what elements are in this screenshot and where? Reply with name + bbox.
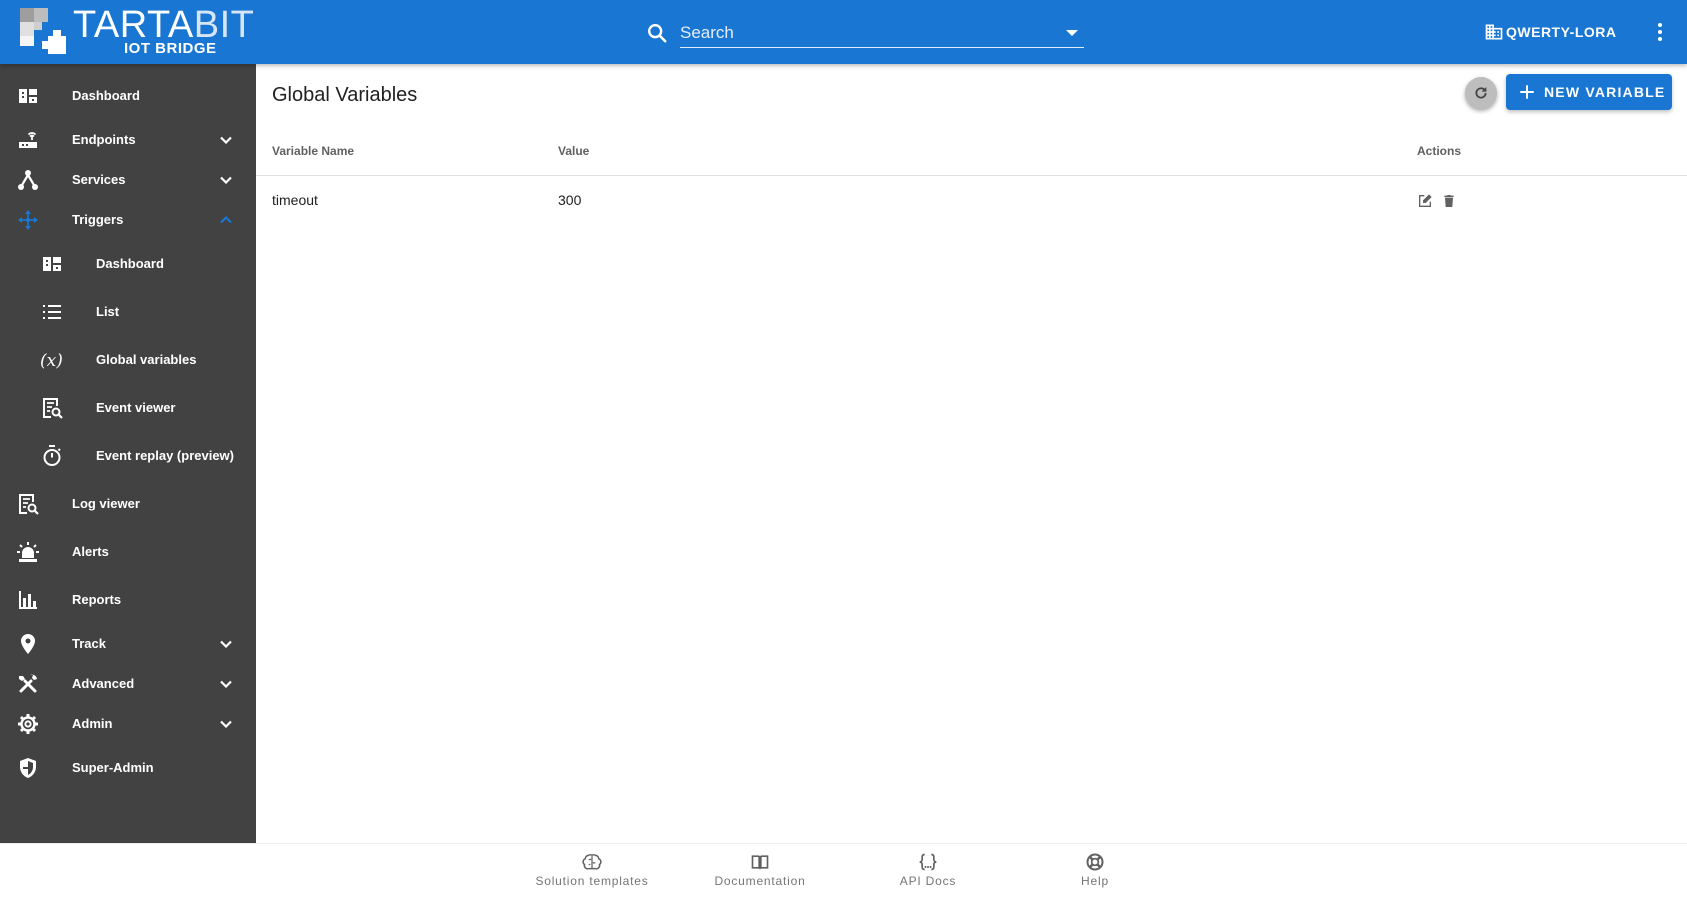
chevron-up-icon [220, 215, 232, 224]
sidebar-item-dashboard[interactable]: Dashboard [0, 76, 256, 116]
building-icon [1485, 24, 1503, 40]
code-braces-icon [919, 853, 937, 871]
search-icon [648, 24, 667, 43]
plus-icon [1520, 85, 1534, 99]
sidebar-item-label: Advanced [72, 676, 135, 691]
logo-subtitle: IOT BRIDGE [124, 40, 217, 57]
sidebar-item-label: Super-Admin [72, 760, 154, 775]
lifebuoy-icon [1086, 853, 1104, 871]
footer-label: Documentation [714, 874, 806, 888]
sidebar-subitem-triggers-list[interactable]: List [0, 292, 256, 332]
map-pin-icon [21, 634, 35, 654]
sidebar-item-label: Log viewer [72, 496, 140, 511]
chevron-down-icon [220, 640, 232, 649]
sidebar-item-label: Services [72, 172, 126, 187]
refresh-button[interactable] [1465, 77, 1497, 109]
sidebar-subitem-global-variables[interactable]: (x) Global variables [0, 340, 256, 380]
sidebar-item-alerts[interactable]: Alerts [0, 532, 256, 572]
search-dropdown-caret-icon[interactable] [1066, 30, 1078, 36]
list-icon [43, 305, 61, 319]
brain-icon [582, 853, 602, 870]
sidebar-item-services[interactable]: Services [0, 160, 256, 200]
tenant-name: QWERTY-LORA [1506, 24, 1617, 40]
search-input[interactable] [680, 18, 1084, 48]
top-app-bar: TARTABIT IOT BRIDGE QWERTY-LORA [0, 0, 1687, 64]
table-header: Variable Name Value Actions [256, 124, 1687, 176]
chevron-down-icon [220, 680, 232, 689]
tools-icon [19, 674, 37, 693]
sidebar-item-triggers[interactable]: Triggers [0, 200, 256, 240]
page-title: Global Variables [272, 84, 418, 106]
sidebar-item-label: Dashboard [96, 256, 164, 271]
sidebar-item-label: Admin [72, 716, 113, 731]
sidebar-item-reports[interactable]: Reports [0, 580, 256, 620]
book-icon [751, 855, 769, 870]
footer-label: API Docs [899, 874, 957, 888]
gear-icon [18, 714, 38, 734]
refresh-icon [1475, 87, 1487, 99]
edit-icon[interactable] [1417, 193, 1433, 209]
sidebar-item-label: Endpoints [72, 132, 136, 147]
sidebar-item-label: Event replay (preview) [96, 448, 234, 463]
sidebar-item-endpoints[interactable]: Endpoints [0, 120, 256, 160]
new-variable-button[interactable]: NEW VARIABLE [1506, 74, 1672, 110]
sidebar-item-log-viewer[interactable]: Log viewer [0, 484, 256, 524]
app-logo[interactable]: TARTABIT IOT BRIDGE [20, 4, 260, 58]
table-row[interactable]: timeout 300 [256, 176, 1687, 224]
more-vert-icon[interactable] [1648, 20, 1672, 44]
sidebar-item-super-admin[interactable]: Super-Admin [0, 748, 256, 788]
sidebar-item-advanced[interactable]: Advanced [0, 664, 256, 704]
bar-chart-icon [19, 591, 37, 609]
log-viewer-icon [19, 494, 39, 515]
event-viewer-icon [43, 398, 63, 419]
tenant-selector[interactable]: QWERTY-LORA [1484, 20, 1617, 44]
footer-solution-templates[interactable]: Solution templates [522, 852, 662, 888]
main-content: Global Variables NEW VARIABLE Variable N… [256, 64, 1687, 843]
footer-bar: Solution templates Documentation API Doc… [0, 843, 1687, 898]
sidebar-item-label: Dashboard [72, 88, 140, 103]
sidebar-item-label: Track [72, 636, 106, 651]
chevron-down-icon [220, 136, 232, 145]
triggers-icon [18, 210, 38, 230]
variable-name-cell: timeout [272, 192, 318, 208]
footer-documentation[interactable]: Documentation [690, 852, 830, 888]
svg-text:(x): (x) [40, 351, 63, 371]
new-variable-label: NEW VARIABLE [1544, 84, 1666, 100]
shield-icon [20, 758, 36, 778]
chevron-down-icon [220, 720, 232, 729]
sidebar-subitem-triggers-dashboard[interactable]: Dashboard [0, 244, 256, 284]
footer-label: Help [1081, 874, 1109, 888]
sidebar-item-label: Reports [72, 592, 122, 607]
sidebar-item-label: Event viewer [96, 400, 176, 415]
services-hub-icon [18, 170, 38, 190]
footer-help[interactable]: Help [1025, 852, 1165, 888]
sidebar-item-label: Alerts [72, 544, 109, 559]
sidebar-subitem-event-replay[interactable]: Event replay (preview) [0, 436, 256, 476]
dashboard-icon [19, 89, 37, 103]
chevron-down-icon [220, 176, 232, 185]
alarm-light-icon [17, 542, 39, 562]
variable-value-cell: 300 [558, 192, 582, 208]
sidebar-item-label: List [96, 304, 120, 319]
sidebar-item-admin[interactable]: Admin [0, 704, 256, 744]
footer-api-docs[interactable]: API Docs [858, 852, 998, 888]
variables-table: Variable Name Value Actions timeout 300 [256, 124, 1687, 224]
dashboard-icon [43, 257, 61, 271]
global-search [646, 16, 1084, 50]
sidebar-nav: Dashboard Endpoints Services Triggers Da… [0, 64, 256, 843]
delete-icon[interactable] [1441, 193, 1457, 209]
footer-label: Solution templates [535, 874, 649, 888]
router-icon [19, 132, 37, 148]
column-header-variable-name[interactable]: Variable Name [272, 144, 354, 158]
variable-icon: (x) [40, 351, 63, 371]
column-header-actions: Actions [1417, 144, 1462, 158]
sidebar-subitem-event-viewer[interactable]: Event viewer [0, 388, 256, 428]
timer-icon [43, 445, 61, 466]
sidebar-item-track[interactable]: Track [0, 624, 256, 664]
sidebar-item-label: Triggers [72, 212, 124, 227]
column-header-value[interactable]: Value [558, 144, 589, 158]
sidebar-item-label: Global variables [96, 352, 197, 367]
logo-mark-icon [20, 8, 66, 54]
